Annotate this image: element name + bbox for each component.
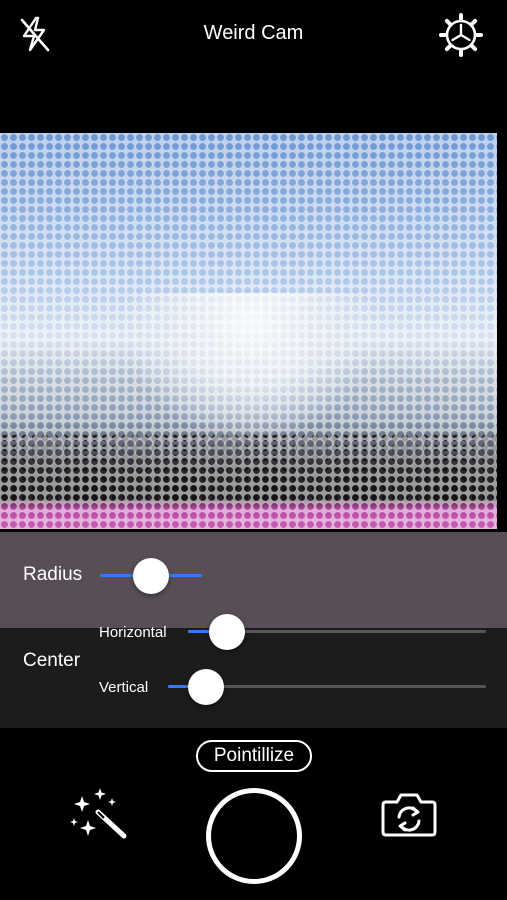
- center-label: Center: [23, 650, 81, 671]
- horizontal-slider[interactable]: [188, 614, 486, 650]
- vertical-label: Vertical: [99, 679, 149, 696]
- radius-label: Radius: [23, 564, 83, 585]
- app-title: Weird Cam: [203, 22, 304, 44]
- preview-ground: [0, 433, 497, 503]
- gear-icon[interactable]: [438, 12, 484, 58]
- vertical-slider[interactable]: [168, 669, 486, 705]
- horizontal-label: Horizontal: [99, 624, 167, 641]
- camera-flip-icon[interactable]: [380, 790, 438, 838]
- shutter-button[interactable]: [206, 788, 302, 884]
- effect-controls-panel: Radius Horizontal Center Vertical: [0, 532, 507, 728]
- preview-mountain: [120, 293, 380, 443]
- filter-name-button[interactable]: Pointillize: [196, 740, 312, 772]
- camera-preview: [0, 133, 497, 529]
- radius-slider-knob[interactable]: [133, 558, 169, 594]
- horizontal-slider-knob[interactable]: [208, 614, 245, 650]
- vertical-slider-knob[interactable]: [188, 669, 225, 705]
- magic-wand-icon[interactable]: [68, 786, 130, 842]
- radius-slider[interactable]: [100, 558, 202, 594]
- top-bar: Weird Cam: [0, 0, 507, 70]
